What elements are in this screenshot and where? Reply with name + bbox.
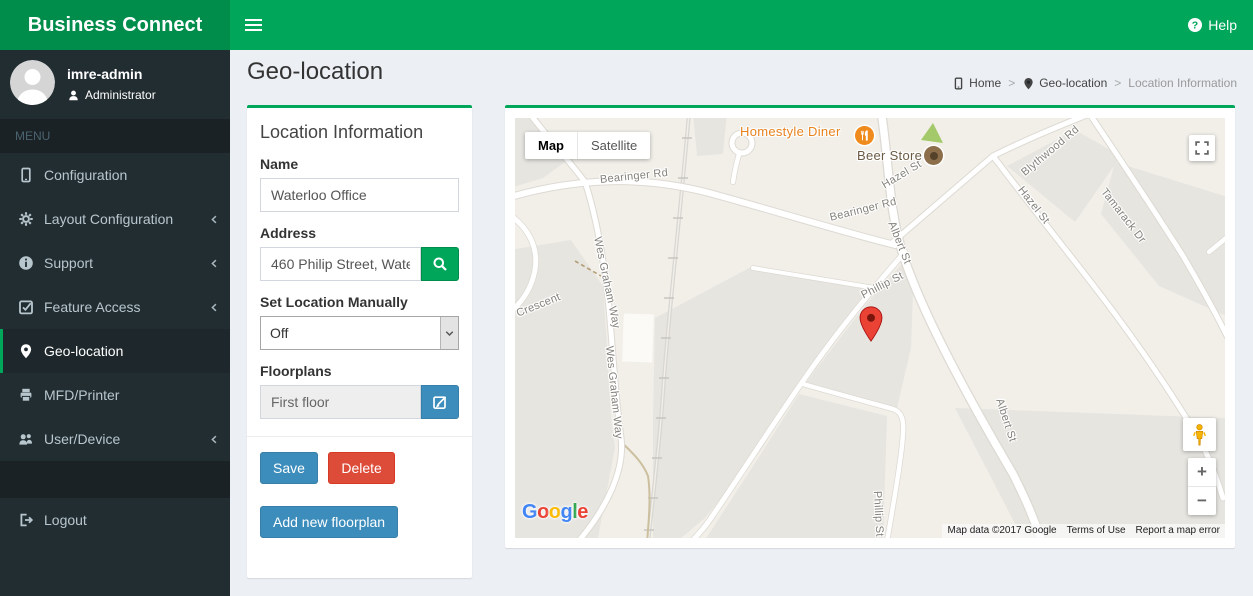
tablet-icon (21, 167, 31, 183)
user-name: imre-admin (67, 66, 143, 82)
app-logo[interactable]: Business Connect (0, 0, 230, 50)
breadcrumb-current: Location Information (1128, 76, 1237, 90)
edit-floorplan-button[interactable] (421, 385, 459, 419)
location-marker-pin[interactable] (859, 305, 883, 343)
fullscreen-button[interactable] (1189, 135, 1215, 161)
sidebar-item-label: Feature Access (44, 299, 141, 315)
avatar (10, 60, 55, 105)
sidebar: imre-admin Administrator MENU Configurat… (0, 50, 230, 596)
poi-label-homestyle-diner[interactable]: Homestyle Diner (740, 124, 841, 139)
add-new-floorplan-button[interactable]: Add new floorplan (260, 506, 399, 538)
sidebar-item-configuration[interactable]: Configuration (0, 153, 230, 197)
pegman-button[interactable] (1183, 418, 1216, 451)
sign-out-icon (20, 513, 33, 527)
chevron-left-icon (211, 434, 217, 444)
page-title: Geo-location (247, 58, 384, 85)
breadcrumb-separator: > (1008, 76, 1016, 90)
fullscreen-icon (1195, 141, 1209, 155)
breadcrumb-home[interactable]: Home (952, 76, 1001, 90)
chevron-left-icon (211, 258, 217, 268)
address-search-button[interactable] (421, 247, 459, 281)
info-circle-icon (19, 256, 33, 270)
chevron-left-icon (211, 214, 217, 224)
user-icon (69, 90, 78, 100)
sidebar-item-label: Logout (44, 512, 87, 528)
divider (247, 436, 472, 437)
map-type-satellite-button[interactable]: Satellite (577, 132, 650, 159)
map-data-text: Map data ©2017 Google (942, 524, 1062, 538)
name-input[interactable] (260, 178, 459, 212)
help-label: Help (1208, 17, 1237, 33)
users-icon (19, 434, 32, 445)
user-panel: imre-admin Administrator (0, 50, 230, 115)
restaurant-poi-icon[interactable] (855, 126, 874, 145)
pegman-icon (1193, 423, 1206, 445)
street-label: Phillip St (871, 490, 886, 538)
floorplan-name-input (260, 385, 421, 419)
map-attribution: Map data ©2017 Google Terms of Use Repor… (942, 524, 1225, 538)
store-poi-icon[interactable] (924, 146, 943, 165)
chevron-left-icon (211, 302, 217, 312)
map-marker-icon (20, 344, 32, 359)
panel-title: Location Information (260, 122, 424, 142)
sidebar-item-label: Configuration (44, 167, 128, 183)
menu-header: MENU (0, 119, 230, 153)
navbar: Help (230, 0, 1253, 50)
sidebar-toggle-button[interactable] (230, 0, 276, 50)
breadcrumb-label: Geo-location (1039, 76, 1108, 90)
name-label: Name (260, 156, 299, 172)
check-square-icon (19, 300, 33, 315)
address-input[interactable] (260, 247, 421, 281)
map-panel: Bearinger Rd Bearinger Rd Hazel St Hazel… (505, 105, 1235, 548)
search-icon (433, 257, 448, 272)
floorplans-label: Floorplans (260, 363, 332, 379)
help-link[interactable]: Help (1187, 17, 1237, 33)
address-label: Address (260, 225, 317, 241)
sidebar-item-label: MFD/Printer (44, 387, 120, 403)
report-map-error-link[interactable]: Report a map error (1130, 524, 1225, 538)
sidebar-item-feature-access[interactable]: Feature Access (0, 285, 230, 329)
breadcrumb-geo-location[interactable]: Geo-location (1022, 76, 1107, 90)
sidebar-item-layout-configuration[interactable]: Layout Configuration (0, 197, 230, 241)
tablet-icon (954, 77, 963, 89)
set-location-manually-label: Set Location Manually (260, 294, 408, 310)
zoom-control: + − (1188, 458, 1216, 515)
google-logo[interactable]: Google (522, 501, 588, 524)
sidebar-item-geo-location[interactable]: Geo-location (0, 329, 230, 373)
location-information-panel: Location Information Name Address Set Lo… (247, 105, 472, 578)
sidebar-item-label: Geo-location (44, 343, 124, 359)
user-role: Administrator (85, 88, 156, 102)
breadcrumb: Home > Geo-location > Location Informati… (952, 76, 1237, 90)
breadcrumb-label: Home (969, 76, 1002, 90)
printer-icon (20, 388, 32, 402)
select-value: Off (270, 325, 289, 341)
map-type-map-button[interactable]: Map (525, 132, 577, 159)
set-location-manually-select[interactable]: Off (260, 316, 459, 350)
edit-icon (433, 395, 447, 410)
sidebar-item-support[interactable]: Support (0, 241, 230, 285)
sidebar-item-logout[interactable]: Logout (0, 498, 230, 542)
sidebar-divider (0, 461, 230, 498)
terms-of-use-link[interactable]: Terms of Use (1061, 524, 1131, 538)
zoom-out-button[interactable]: − (1188, 487, 1216, 515)
map-type-control: Map Satellite (525, 132, 651, 159)
sidebar-item-label: User/Device (44, 431, 121, 447)
zoom-in-button[interactable]: + (1188, 458, 1216, 487)
sidebar-item-label: Layout Configuration (44, 211, 174, 227)
chevron-down-icon (440, 317, 458, 349)
map-marker-icon (1024, 77, 1033, 89)
delete-button[interactable]: Delete (328, 452, 395, 484)
top-header: Business Connect Help (0, 0, 1253, 50)
sidebar-item-label: Support (44, 255, 94, 271)
gear-icon (18, 211, 34, 227)
sidebar-item-user-device[interactable]: User/Device (0, 417, 230, 461)
map-canvas[interactable]: Bearinger Rd Bearinger Rd Hazel St Hazel… (515, 118, 1225, 538)
poi-label-beer-store[interactable]: Beer Store (857, 148, 922, 163)
breadcrumb-separator: > (1114, 76, 1122, 90)
sidebar-item-mfd-printer[interactable]: MFD/Printer (0, 373, 230, 417)
save-button[interactable]: Save (260, 452, 318, 484)
help-icon (1188, 18, 1203, 32)
